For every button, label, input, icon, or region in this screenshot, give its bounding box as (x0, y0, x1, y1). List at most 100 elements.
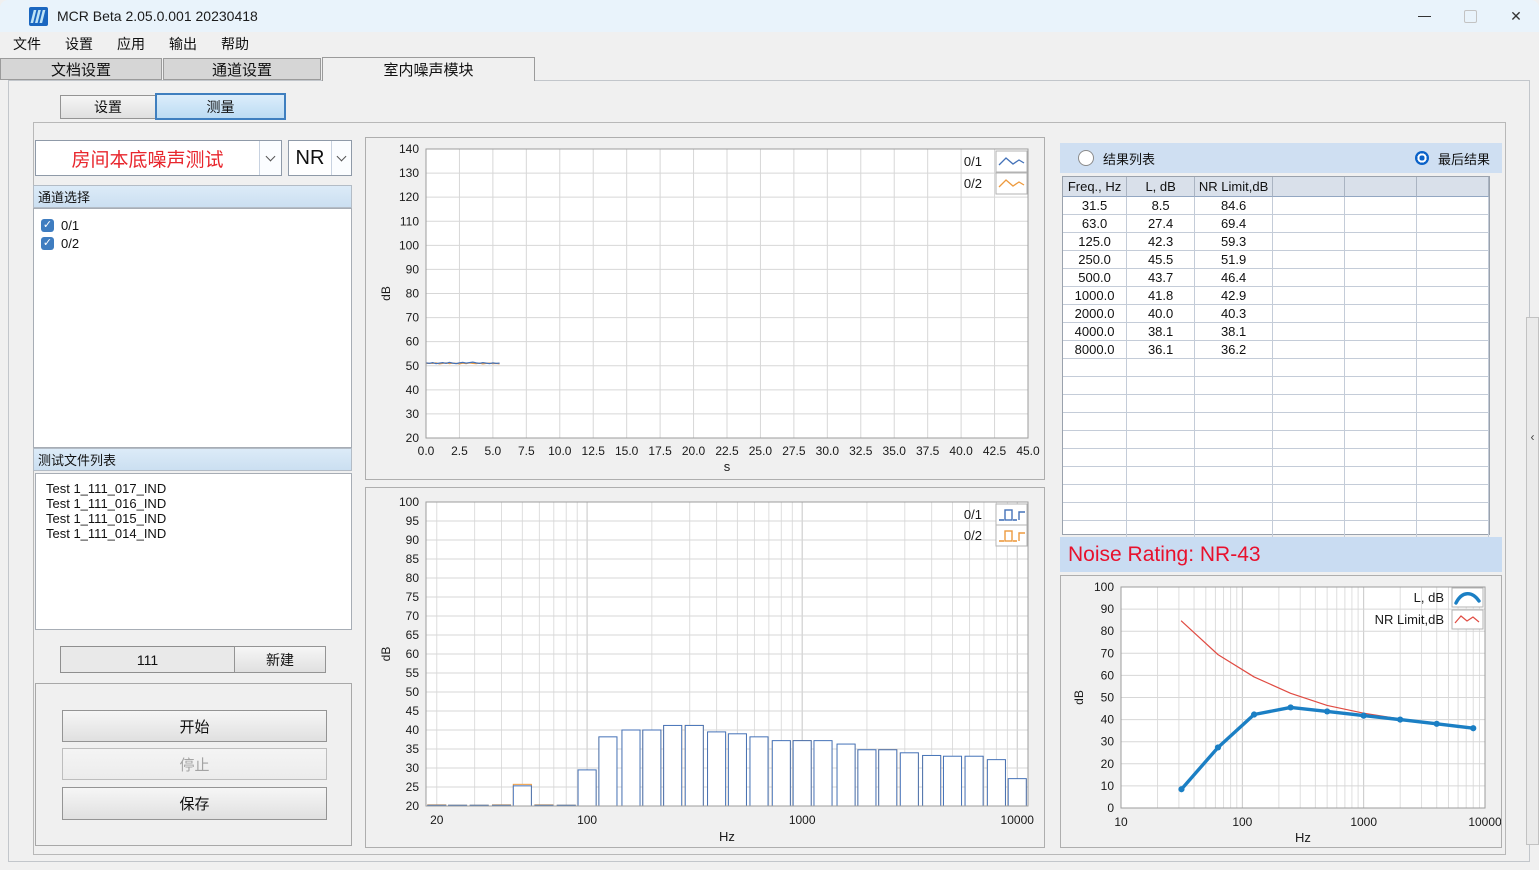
menu-item-file[interactable]: 文件 (10, 33, 44, 55)
tab-indoor-noise-module[interactable]: 室内噪声模块 (322, 57, 535, 81)
menu-item-settings[interactable]: 设置 (62, 33, 96, 55)
save-button[interactable]: 保存 (62, 787, 327, 820)
svg-text:50: 50 (1101, 691, 1115, 705)
table-row[interactable]: 8000.036.136.2 (1063, 341, 1489, 359)
table-row[interactable]: 1000.041.842.9 (1063, 287, 1489, 305)
svg-text:65: 65 (406, 628, 420, 642)
test-file-item[interactable]: Test 1_111_017_IND (36, 481, 351, 496)
table-row[interactable]: 63.027.469.4 (1063, 215, 1489, 233)
table-cell (1417, 377, 1489, 395)
tab-measure[interactable]: 测量 (155, 93, 286, 120)
svg-text:55: 55 (406, 666, 420, 680)
table-cell (1345, 269, 1417, 287)
table-cell (1127, 485, 1195, 503)
table-cell (1273, 377, 1345, 395)
table-cell (1345, 341, 1417, 359)
table-header-cell: NR Limit,dB (1195, 177, 1273, 197)
table-row[interactable]: 250.045.551.9 (1063, 251, 1489, 269)
table-row[interactable] (1063, 377, 1489, 395)
table-cell (1127, 413, 1195, 431)
svg-text:40.0: 40.0 (949, 444, 973, 458)
table-row[interactable] (1063, 467, 1489, 485)
tab-document-settings[interactable]: 文档设置 (0, 58, 162, 80)
table-cell (1063, 467, 1127, 485)
test-type-combobox[interactable]: 房间本底噪声测试 (35, 140, 282, 176)
table-row[interactable] (1063, 431, 1489, 449)
test-type-value: 房间本底噪声测试 (36, 141, 259, 175)
table-cell (1195, 449, 1273, 467)
table-cell: 69.4 (1195, 215, 1273, 233)
table-row[interactable] (1063, 485, 1489, 503)
table-row[interactable]: 125.042.359.3 (1063, 233, 1489, 251)
rating-type-dropdown-button[interactable] (331, 141, 351, 175)
svg-text:45.0: 45.0 (1016, 444, 1040, 458)
maximize-button[interactable] (1447, 0, 1493, 32)
start-button[interactable]: 开始 (62, 710, 327, 742)
table-cell (1127, 467, 1195, 485)
table-row[interactable]: 2000.040.040.3 (1063, 305, 1489, 323)
svg-text:40: 40 (406, 383, 420, 397)
test-type-dropdown-button[interactable] (259, 141, 281, 175)
table-cell: 59.3 (1195, 233, 1273, 251)
close-button[interactable]: ✕ (1493, 0, 1539, 32)
menu-item-help[interactable]: 帮助 (218, 33, 252, 55)
svg-text:dB: dB (379, 286, 393, 301)
svg-text:30: 30 (406, 407, 420, 421)
table-cell: 8000.0 (1063, 341, 1127, 359)
window-controls: ✕ (1401, 0, 1539, 32)
table-cell (1273, 197, 1345, 215)
collapse-splitter[interactable]: ‹ (1526, 317, 1539, 845)
rating-type-value: NR (289, 141, 331, 175)
table-cell (1345, 503, 1417, 521)
svg-text:110: 110 (400, 214, 419, 228)
table-cell (1417, 503, 1489, 521)
checkbox-checked-icon[interactable]: ✓ (41, 237, 54, 250)
table-row[interactable]: 31.58.584.6 (1063, 197, 1489, 215)
table-cell (1345, 197, 1417, 215)
results-list-radio-label[interactable]: 结果列表 (1103, 149, 1155, 168)
tab-channel-settings[interactable]: 通道设置 (163, 58, 321, 80)
test-file-item[interactable]: Test 1_111_016_IND (36, 496, 351, 511)
table-cell (1273, 413, 1345, 431)
new-file-button[interactable]: 新建 (234, 646, 326, 673)
channel-item[interactable]: ✓ 0/1 (34, 216, 351, 234)
table-header-cell: L, dB (1127, 177, 1195, 197)
channel-item[interactable]: ✓0/2 (34, 234, 351, 252)
rating-type-combobox[interactable]: NR (288, 140, 352, 176)
table-cell: 38.1 (1195, 323, 1273, 341)
table-row[interactable] (1063, 359, 1489, 377)
table-cell (1273, 323, 1345, 341)
table-cell (1417, 269, 1489, 287)
minimize-button[interactable] (1401, 0, 1447, 32)
svg-text:NR Limit,dB: NR Limit,dB (1375, 612, 1444, 627)
table-cell (1417, 323, 1489, 341)
table-cell (1273, 359, 1345, 377)
channel-section-header: 通道选择 (33, 185, 352, 208)
file-name-field[interactable]: 111 (60, 646, 235, 673)
table-row[interactable]: 500.043.746.4 (1063, 269, 1489, 287)
svg-text:2.5: 2.5 (451, 444, 468, 458)
table-row[interactable] (1063, 395, 1489, 413)
menu-item-apply[interactable]: 应用 (114, 33, 148, 55)
table-cell (1127, 449, 1195, 467)
table-row[interactable] (1063, 449, 1489, 467)
menu-item-output[interactable]: 输出 (166, 33, 200, 55)
channel-label: 0/1 (61, 218, 79, 233)
table-cell: 40.3 (1195, 305, 1273, 323)
table-cell: 46.4 (1195, 269, 1273, 287)
table-cell: 84.6 (1195, 197, 1273, 215)
table-row[interactable]: 4000.038.138.1 (1063, 323, 1489, 341)
checkbox-checked-icon[interactable]: ✓ (41, 219, 54, 232)
last-result-radio[interactable] (1415, 151, 1429, 165)
tab-settings[interactable]: 设置 (60, 95, 156, 119)
svg-text:80: 80 (406, 287, 420, 301)
table-cell (1273, 287, 1345, 305)
table-row[interactable] (1063, 503, 1489, 521)
test-file-item[interactable]: Test 1_111_015_IND (36, 511, 351, 526)
results-list-radio[interactable] (1078, 150, 1094, 166)
svg-text:0/1: 0/1 (964, 507, 982, 522)
test-file-item[interactable]: Test 1_111_014_IND (36, 526, 351, 541)
table-row[interactable] (1063, 413, 1489, 431)
svg-text:0/1: 0/1 (964, 154, 982, 169)
last-result-radio-label[interactable]: 最后结果 (1438, 149, 1490, 168)
